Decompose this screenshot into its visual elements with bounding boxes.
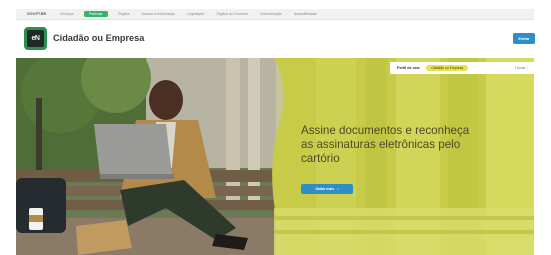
gov-link-accessibility[interactable]: Acessibilidade [288,9,323,20]
profile-label: Perfil de uso: [397,66,421,70]
gov-link-services[interactable]: Serviços [54,9,80,20]
gov-brand-link[interactable]: GOV.PT.BR [21,9,54,20]
hero-banner: Perfil de uso: Cidadão ou Empresa Trocar… [16,58,534,255]
hero-headline: Assine documentos e reconheça as assinat… [301,124,470,165]
gov-top-bar: GOV.PT.BR Serviços Participe Órgãos Aces… [16,9,534,20]
gov-link-participe[interactable]: Participe [83,11,108,17]
profile-value-chip[interactable]: Cidadão ou Empresa [426,65,469,71]
site-header: eN Cidadão ou Empresa Entrar [16,21,535,57]
gov-link-government[interactable]: Órgãos do Governo [210,9,254,20]
gov-link-communication[interactable]: Comunicação [254,9,288,20]
site-logo[interactable]: eN [24,27,47,50]
hero-cta-label: Saiba mais [315,187,335,191]
gov-link-legislation[interactable]: Legislação [181,9,210,20]
profile-selector-bar: Perfil de uso: Cidadão ou Empresa Trocar… [390,62,534,74]
chevron-right-icon: › [337,187,339,191]
gov-link-access[interactable]: Acesso à informação [136,9,182,20]
page: GOV.PT.BR Serviços Participe Órgãos Aces… [0,0,551,255]
site-title: Cidadão ou Empresa [53,33,145,43]
hero-cta-button[interactable]: Saiba mais › [301,184,353,194]
gov-link-orgaos[interactable]: Órgãos [112,9,136,20]
logo-mark: eN [27,30,44,47]
profile-toggle-link[interactable]: Trocar ↓ [515,66,528,70]
enter-button[interactable]: Entrar [513,33,535,44]
